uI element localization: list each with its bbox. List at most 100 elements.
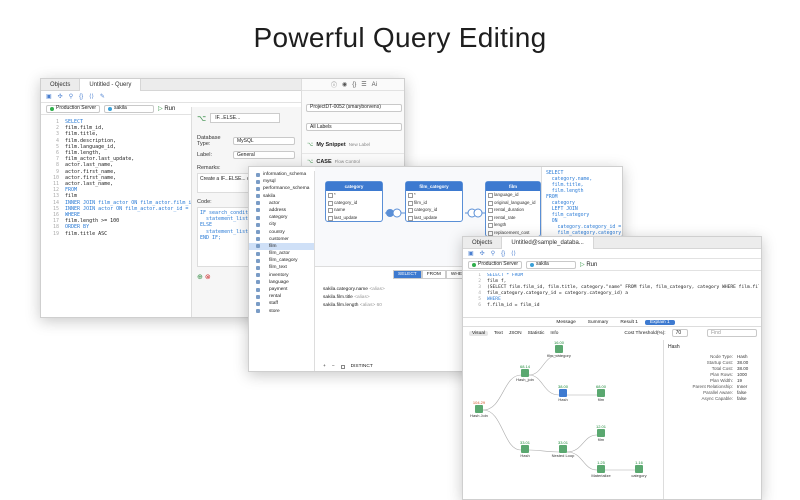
run-button[interactable]: ▷ Run [158, 105, 175, 112]
table-field[interactable]: rental_rate [486, 214, 540, 222]
tree-item[interactable]: rental [249, 293, 314, 300]
find-input[interactable]: Find [707, 329, 757, 337]
tree-item[interactable]: film_actor [249, 250, 314, 257]
table-field[interactable]: length [486, 221, 540, 229]
braces-icon[interactable]: {} [501, 251, 505, 257]
table-field[interactable]: original_language_id [486, 199, 540, 207]
braces-icon[interactable]: {} [352, 82, 356, 88]
plan-canvas[interactable]: 16.00 film_category 104.29 Hash Join 68.14 Ha… [463, 340, 663, 499]
join-marker-4[interactable] [473, 208, 483, 218]
table-field[interactable]: rental_duration [486, 206, 540, 214]
result-tab[interactable]: Message [551, 320, 580, 325]
view-tab[interactable]: JSON [509, 331, 522, 336]
tree-item[interactable]: address [249, 207, 314, 214]
delete-snippet-icon[interactable]: ⊗ [205, 274, 211, 281]
table-field[interactable]: replacement_cost [486, 229, 540, 237]
tree-item[interactable]: payment [249, 286, 314, 293]
plan-node[interactable]: 1.16 category [627, 460, 651, 478]
project-select[interactable]: ProjectDT-0052 (smaryborvens) [306, 103, 402, 112]
tree-item[interactable]: store [249, 308, 314, 315]
plan-node[interactable]: 33.01 Hash [513, 440, 537, 458]
threshold-input[interactable]: 70 [671, 329, 688, 337]
plan-node[interactable]: 33.01 Nested Loop [551, 440, 575, 458]
run-button[interactable]: ▷ Run [580, 261, 597, 268]
tree-item[interactable]: sakila [249, 193, 314, 200]
tree-item[interactable]: inventory [249, 272, 314, 279]
result-tab[interactable]: Explain 1 [644, 319, 675, 325]
info-icon[interactable]: ⓘ [331, 80, 337, 89]
db-type-select[interactable]: MySQL [233, 137, 295, 145]
database-select[interactable]: sakila [526, 260, 577, 269]
table-field[interactable]: name [326, 206, 382, 214]
tree-item[interactable]: actor [249, 200, 314, 207]
table-node[interactable]: film_category * film_id category_id last_upd… [405, 181, 463, 222]
plan-node[interactable]: 68.14 Hash_join [513, 364, 537, 382]
tree-item[interactable]: language [249, 279, 314, 286]
code-icon[interactable]: ⟨⟩ [89, 93, 94, 100]
table-field[interactable]: * [326, 191, 382, 199]
sql-editor[interactable]: 1 SELECT * FROM 2 film f, 3 (SELECT film.film… [467, 273, 759, 313]
ai-icon[interactable]: Ai [372, 82, 377, 88]
plan-node[interactable]: 1.25 Materialize [589, 460, 613, 478]
table-node[interactable]: film language_id original_language_id renta… [485, 181, 541, 237]
save-icon[interactable]: ▣ [468, 250, 474, 257]
remove-field-button[interactable]: − [332, 364, 335, 369]
tree-item[interactable]: film [249, 242, 314, 251]
table-field[interactable]: category_id [406, 206, 462, 214]
tree-item[interactable]: customer [249, 236, 314, 243]
tree-item[interactable]: information_schema [249, 171, 314, 178]
tree-item[interactable]: country [249, 229, 314, 236]
magic-icon[interactable]: ⚲ [69, 93, 73, 100]
tree-item[interactable]: staff [249, 300, 314, 307]
result-tab[interactable]: Summary [583, 320, 614, 325]
join-marker-2[interactable] [392, 208, 402, 218]
magic-icon[interactable]: ⚲ [491, 250, 495, 257]
code-icon[interactable]: ⟨⟩ [511, 250, 516, 257]
plan-node[interactable]: 104.29 Hash Join [467, 400, 491, 418]
braces-icon[interactable]: {} [79, 94, 83, 100]
table-field[interactable]: language_id [486, 191, 540, 199]
plan-node[interactable]: 12.01 film [589, 424, 613, 442]
database-select[interactable]: sakila [104, 104, 155, 113]
table-field[interactable]: category_id [326, 199, 382, 207]
plan-node[interactable]: 16.00 film_category [547, 340, 571, 358]
table-field[interactable]: last_update [406, 214, 462, 222]
view-tab[interactable]: Text [494, 331, 503, 336]
plan-node[interactable]: 68.00 film [589, 384, 613, 402]
beautify-icon[interactable]: ✣ [58, 93, 63, 100]
beautify-icon[interactable]: ✣ [480, 250, 485, 257]
tree-item[interactable]: performance_schema [249, 185, 314, 192]
tab-untitled[interactable]: Untitled@sample_databa... [501, 237, 594, 249]
table-field[interactable]: * [406, 191, 462, 199]
tree-item[interactable]: city [249, 221, 314, 228]
add-snippet-icon[interactable]: ⊕ [197, 274, 203, 281]
tree-item[interactable]: category [249, 214, 314, 221]
sql-editor[interactable]: 1 SELECT 2 film.film_id, 3 film.title, 4 film.d… [45, 119, 195, 309]
clause-tab[interactable]: SELECT [393, 270, 422, 279]
table-field[interactable]: film_id [406, 199, 462, 207]
label-filter-select[interactable]: All Labels [306, 123, 402, 131]
tree-item[interactable]: film_category [249, 257, 314, 264]
server-select[interactable]: Production Server [468, 260, 523, 269]
save-icon[interactable]: ▣ [46, 93, 52, 100]
table-node[interactable]: category * category_id name last_update [325, 181, 383, 222]
tree-item[interactable]: film_text [249, 264, 314, 271]
tab-objects[interactable]: Objects [463, 237, 501, 249]
distinct-checkbox[interactable] [340, 364, 345, 369]
snippet-list-item[interactable]: ⌥ My Snippet New Label [302, 137, 404, 154]
snippet-title-field[interactable]: IF...ELSE... [210, 113, 281, 123]
tab-objects[interactable]: Objects [41, 79, 79, 91]
view-tab[interactable]: Statistic [528, 331, 545, 336]
snippet-icon[interactable]: ✎ [100, 93, 105, 100]
server-select[interactable]: Production Server [46, 104, 101, 113]
tab-query[interactable]: Untitled - Query [79, 79, 142, 91]
clause-tab[interactable]: FROM [421, 270, 446, 279]
add-field-button[interactable]: + [323, 364, 326, 369]
result-tab[interactable]: Result 1 [615, 320, 643, 325]
view-tab[interactable]: Info [550, 331, 558, 336]
list-icon[interactable]: ☰ [361, 81, 366, 88]
object-icon[interactable]: ◉ [342, 81, 347, 88]
view-tab[interactable]: Visual [469, 330, 488, 336]
plan-node[interactable]: 38.00 Hash [551, 384, 575, 402]
tree-item[interactable]: mysql [249, 178, 314, 185]
